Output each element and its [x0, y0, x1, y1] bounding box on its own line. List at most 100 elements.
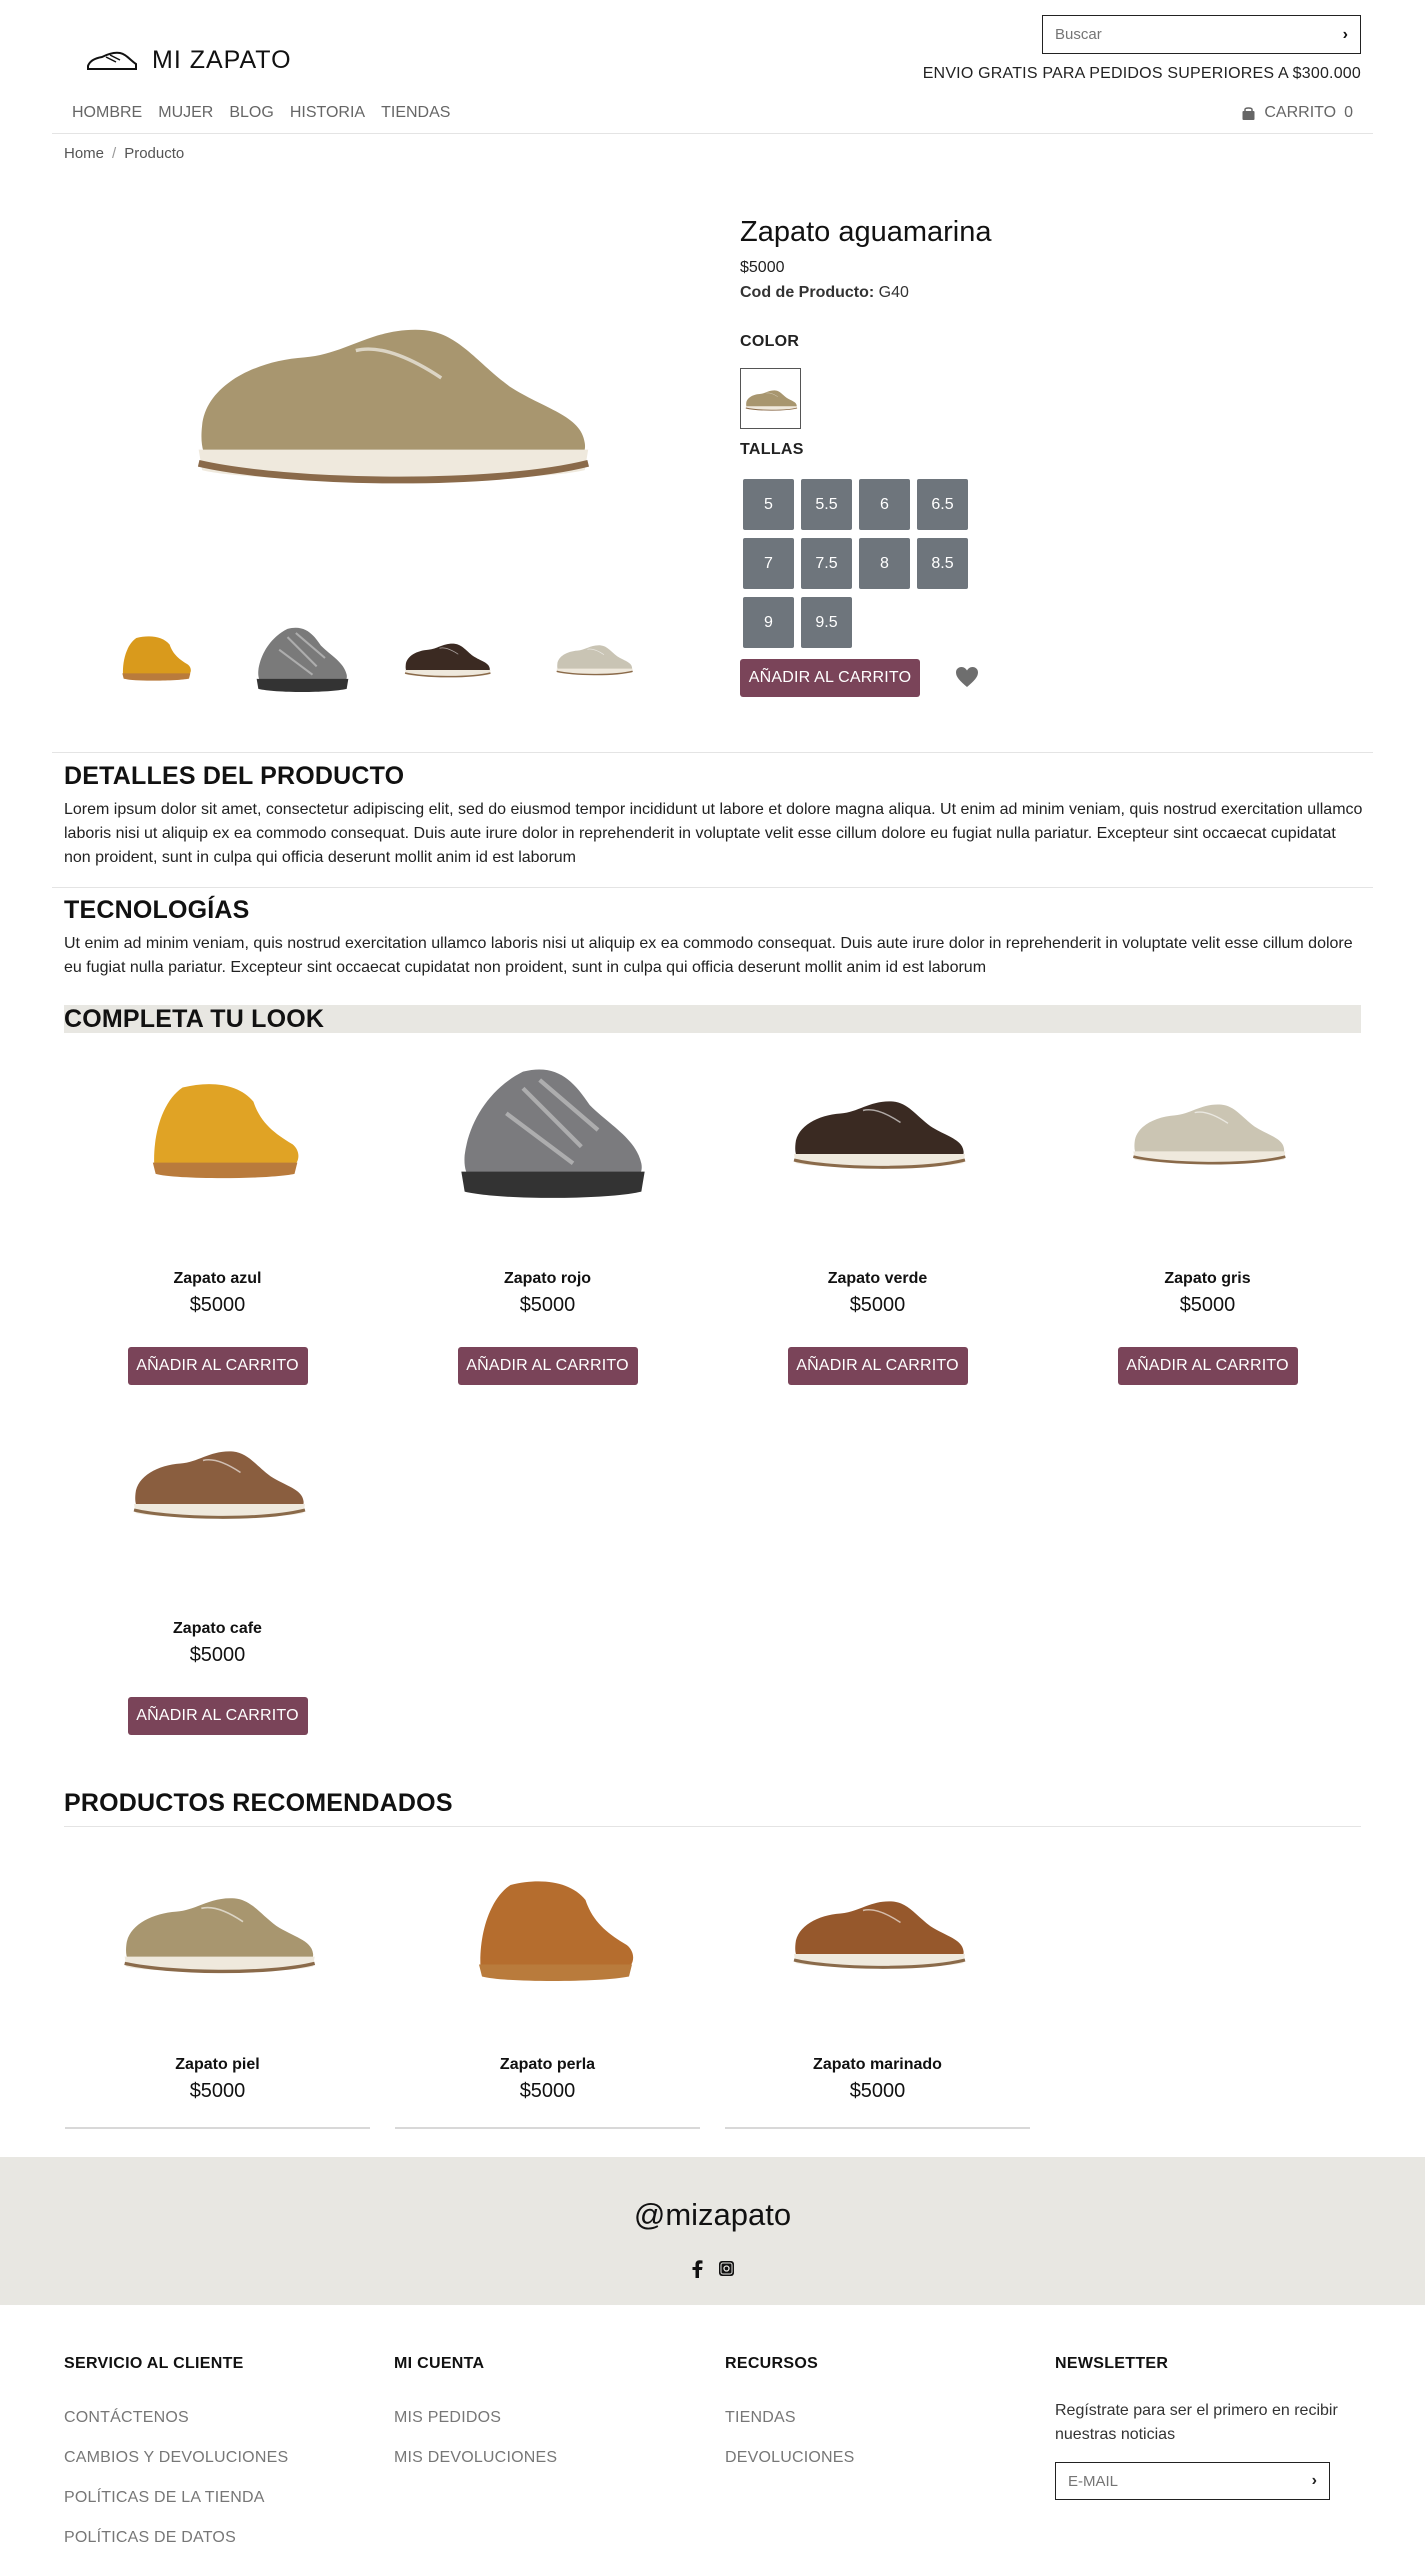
- thumbnail-grey-canvas[interactable]: [541, 605, 646, 710]
- product-name[interactable]: Zapato rojo: [395, 1270, 700, 1288]
- wishlist-heart-icon[interactable]: [955, 666, 979, 693]
- product-image[interactable]: [725, 1030, 1030, 1230]
- size-option[interactable]: 7.5: [801, 538, 852, 589]
- add-to-cart-button[interactable]: AÑADIR AL CARRITO: [787, 1347, 968, 1385]
- size-option[interactable]: 8.5: [917, 538, 968, 589]
- divider: [64, 1826, 1361, 1827]
- thumbnail-dark-loafer[interactable]: [394, 605, 499, 710]
- nav-item-tiendas[interactable]: TIENDAS: [381, 104, 450, 122]
- footer-heading: NEWSLETTER: [1055, 2355, 1169, 2372]
- social-handle[interactable]: @mizapato: [0, 2197, 1425, 2233]
- tech-title: TECNOLOGÍAS: [64, 896, 250, 924]
- breadcrumb-current: Producto: [124, 145, 185, 162]
- footer-link[interactable]: MIS PEDIDOS: [394, 2409, 557, 2427]
- newsletter-submit-icon[interactable]: ›: [1312, 2472, 1317, 2490]
- product-name[interactable]: Zapato piel: [65, 2056, 370, 2074]
- product-image[interactable]: [65, 1030, 370, 1230]
- product-code-label: Cod de Producto:: [740, 284, 875, 301]
- footer-account: MI CUENTA MIS PEDIDOS MIS DEVOLUCIONES: [394, 2355, 557, 2467]
- product-image[interactable]: [395, 1030, 700, 1230]
- search-input[interactable]: [1055, 26, 1315, 43]
- cart-count: 0: [1344, 104, 1353, 121]
- add-to-cart-button[interactable]: AÑADIR AL CARRITO: [457, 1347, 638, 1385]
- breadcrumb-separator: /: [112, 145, 117, 162]
- details-text: Lorem ipsum dolor sit amet, consectetur …: [64, 801, 1363, 866]
- product-image[interactable]: [395, 1840, 700, 2020]
- product-main-image: [185, 270, 595, 525]
- product-code: Cod de Producto: G40: [740, 284, 909, 302]
- logo[interactable]: MI ZAPATO: [86, 46, 292, 75]
- shopping-bag-icon: [1242, 106, 1255, 120]
- social-icons: [0, 2260, 1425, 2278]
- footer-link[interactable]: CONTÁCTENOS: [64, 2409, 288, 2427]
- logo-text: MI ZAPATO: [152, 46, 292, 74]
- footer-newsletter: NEWSLETTER Regístrate para ser el primer…: [1055, 2355, 1355, 2500]
- footer-heading: SERVICIO AL CLIENTE: [64, 2355, 244, 2372]
- footer-link[interactable]: CAMBIOS Y DEVOLUCIONES: [64, 2449, 288, 2467]
- footer-link[interactable]: TIENDAS: [725, 2409, 855, 2427]
- thumbnail-yellow-boot[interactable]: [100, 605, 205, 710]
- product-image[interactable]: [65, 1840, 370, 2020]
- product-name[interactable]: Zapato azul: [65, 1270, 370, 1288]
- add-to-cart-button[interactable]: AÑADIR AL CARRITO: [127, 1697, 308, 1735]
- size-option[interactable]: 8: [859, 538, 910, 589]
- footer-link[interactable]: DEVOLUCIONES: [725, 2449, 855, 2467]
- footer-service: SERVICIO AL CLIENTE CONTÁCTENOS CAMBIOS …: [64, 2355, 288, 2547]
- product-price: $5000: [849, 1294, 906, 1316]
- divider: [52, 887, 1373, 888]
- cart-link[interactable]: CARRITO 0: [1241, 104, 1353, 122]
- size-option[interactable]: 6: [859, 479, 910, 530]
- size-option[interactable]: 9.5: [801, 597, 852, 648]
- product-name[interactable]: Zapato perla: [395, 2056, 700, 2074]
- look-card: Zapato verde $5000 AÑADIR AL CARRITO: [725, 1030, 1030, 1385]
- size-option[interactable]: 6.5: [917, 479, 968, 530]
- product-name[interactable]: Zapato gris: [1055, 1270, 1360, 1288]
- recommended-card: Zapato perla $5000: [395, 1840, 700, 2129]
- newsletter-email-input[interactable]: [1068, 2472, 1278, 2490]
- recommended-card: Zapato marinado $5000: [725, 1840, 1030, 2129]
- size-option[interactable]: 5.5: [801, 479, 852, 530]
- main-nav: HOMBRE MUJER BLOG HISTORIA TIENDAS: [72, 104, 450, 122]
- header-divider: [52, 133, 1373, 134]
- recommended-title: PRODUCTOS RECOMENDADOS: [64, 1789, 453, 1817]
- product-price: $5000: [189, 1294, 246, 1316]
- color-swatch[interactable]: [740, 368, 801, 429]
- product-image[interactable]: [65, 1380, 370, 1580]
- product-thumbnails: [100, 605, 646, 710]
- search-submit-icon[interactable]: ›: [1343, 26, 1348, 44]
- breadcrumb-home[interactable]: Home: [64, 145, 104, 162]
- size-option[interactable]: 9: [743, 597, 794, 648]
- tech-text: Ut enim ad minim veniam, quis nostrud ex…: [64, 935, 1353, 976]
- product-name[interactable]: Zapato cafe: [65, 1620, 370, 1638]
- cart-label: CARRITO: [1264, 104, 1337, 121]
- add-to-cart-button[interactable]: AÑADIR AL CARRITO: [1117, 1347, 1298, 1385]
- size-option[interactable]: 7: [743, 538, 794, 589]
- footer-link[interactable]: MIS DEVOLUCIONES: [394, 2449, 557, 2467]
- search-box[interactable]: ›: [1042, 15, 1361, 54]
- nav-item-hombre[interactable]: HOMBRE: [72, 104, 142, 122]
- divider: [52, 752, 1373, 753]
- sizes-label: TALLAS: [740, 441, 804, 458]
- add-to-cart-button[interactable]: AÑADIR AL CARRITO: [740, 659, 920, 697]
- product-name[interactable]: Zapato verde: [725, 1270, 1030, 1288]
- footer-link[interactable]: POLÍTICAS DE LA TIENDA: [64, 2489, 288, 2507]
- facebook-icon[interactable]: [690, 2260, 704, 2278]
- product-price: $5000: [849, 2080, 906, 2102]
- thumbnail-grey-sneaker[interactable]: [247, 605, 352, 710]
- product-image[interactable]: [1055, 1030, 1360, 1230]
- product-name[interactable]: Zapato marinado: [725, 2056, 1030, 2074]
- footer-resources: RECURSOS TIENDAS DEVOLUCIONES: [725, 2355, 855, 2467]
- nav-item-mujer[interactable]: MUJER: [158, 104, 213, 122]
- product-price: $5000: [519, 2080, 576, 2102]
- product-image[interactable]: [725, 1840, 1030, 2020]
- size-selector: 5 5.5 6 6.5 7 7.5 8 8.5 9 9.5: [743, 479, 968, 648]
- footer-link[interactable]: POLÍTICAS DE DATOS: [64, 2529, 288, 2547]
- newsletter-box[interactable]: ›: [1055, 2462, 1330, 2500]
- instagram-icon[interactable]: [718, 2260, 735, 2277]
- nav-item-blog[interactable]: BLOG: [229, 104, 273, 122]
- look-card: Zapato rojo $5000 AÑADIR AL CARRITO: [395, 1030, 700, 1385]
- nav-item-historia[interactable]: HISTORIA: [290, 104, 365, 122]
- size-option[interactable]: 5: [743, 479, 794, 530]
- footer-heading: RECURSOS: [725, 2355, 819, 2372]
- product-price: $5000: [519, 1294, 576, 1316]
